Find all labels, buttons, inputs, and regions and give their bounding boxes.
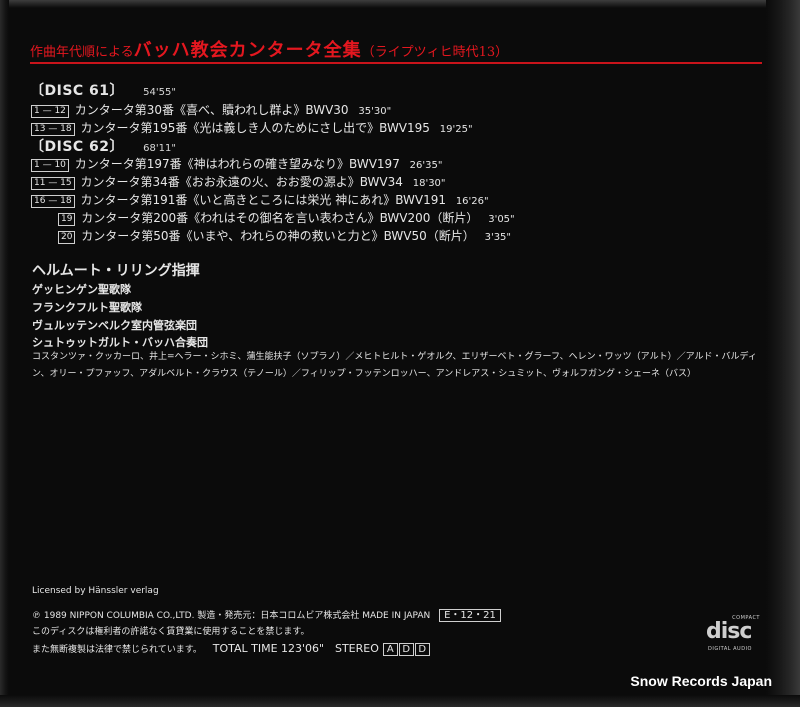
track-time: 18'30" (412, 178, 446, 189)
track-title: カンタータ第191番《いと高きところには栄光 神にあれ》BWV191 (80, 193, 446, 207)
track-row: 20 カンタータ第50番《いまや、われらの神の救いと力と》BWV50（断片） 3… (58, 227, 511, 244)
copyright-line: ℗ 1989 NIPPON COLUMBIA CO.,LTD. 製造・発売元：日… (32, 606, 501, 622)
track-row: 13 — 18 カンタータ第195番《光は義しき人のためにさし出で》BWV195… (31, 119, 473, 136)
track-number: 1 — 12 (31, 105, 69, 118)
track-number: 1 — 10 (31, 159, 69, 172)
track-number: 16 — 18 (31, 195, 75, 208)
ensemble-item: フランクフルト聖歌隊 (32, 301, 142, 314)
disc-62-header: 〔DISC 62〕 68'11" (30, 136, 176, 156)
case-top-edge (0, 0, 800, 8)
case-bottom-edge (0, 695, 800, 707)
copy-notice: また無断複製は法律で禁じられています。 (32, 645, 202, 655)
track-time: 35'30" (358, 106, 392, 117)
disc-label: 〔DISC 62〕 (30, 139, 125, 155)
track-number: 13 — 18 (31, 123, 75, 136)
track-row: 1 — 10 カンタータ第197番《神はわれらの確き望みなり》BWV197 26… (31, 155, 442, 172)
conductor: ヘルムート・リリング指揮 (32, 263, 200, 279)
stereo-label: STEREO (334, 642, 379, 655)
watermark: Snow Records Japan (630, 673, 772, 689)
title-underline (30, 62, 762, 64)
track-time: 16'26" (455, 196, 489, 207)
track-row: 19 カンタータ第200番《われはその御名を言い表わさん》BWV200（断片） … (58, 209, 515, 226)
ensemble-item: シュトゥットガルト・バッハ合奏団 (32, 336, 208, 349)
track-number: 19 (58, 213, 76, 226)
title-suffix: （ライプツィヒ時代13） (361, 45, 509, 60)
ensemble-item: ヴュルッテンベルク室内管弦楽団 (32, 319, 197, 332)
copy-notice-line: また無断複製は法律で禁じられています。 TOTAL TIME 123'06" S… (32, 642, 430, 656)
track-row: 1 — 12 カンタータ第30番《喜べ、贖われし群よ》BWV30 35'30" (31, 101, 391, 118)
track-row: 16 — 18 カンタータ第191番《いと高きところには栄光 神にあれ》BWV1… (31, 191, 489, 208)
track-number: 11 — 15 (31, 177, 75, 190)
add-code-letter: A (382, 643, 398, 656)
track-number: 20 (58, 231, 76, 244)
ensemble-item: ゲッヒンゲン聖歌隊 (32, 283, 131, 296)
soloists-list: コスタンツァ・クッカーロ、井上=ヘラー・シホミ、蒲生能扶子（ソプラノ）／メヒトヒ… (32, 352, 757, 379)
disc-duration: 54'55" (143, 87, 176, 98)
track-time: 19'25" (439, 124, 473, 135)
track-title: カンタータ第195番《光は義しき人のためにさし出で》BWV195 (80, 121, 430, 135)
track-title: カンタータ第197番《神はわれらの確き望みなり》BWV197 (74, 157, 400, 171)
track-time: 26'35" (409, 160, 443, 171)
track-title: カンタータ第200番《われはその御名を言い表わさん》BWV200（断片） (81, 211, 479, 225)
cd-back-cover: 作曲年代順によるバッハ教会カンタータ全集（ライプツィヒ時代13） 〔DISC 6… (0, 0, 800, 707)
license-text: Licensed by Hänssler verlag (32, 586, 159, 596)
add-code-letter: D (398, 643, 414, 656)
track-time: 3'35" (484, 232, 512, 243)
add-code-letter: D (414, 643, 430, 656)
page-title: 作曲年代順によるバッハ教会カンタータ全集（ライプツィヒ時代13） (30, 36, 508, 62)
logo-disc-text: disc (706, 619, 752, 644)
title-band: 作曲年代順によるバッハ教会カンタータ全集（ライプツィヒ時代13） (30, 32, 762, 62)
catalog-number: E・12・21 (439, 609, 501, 622)
rental-notice: このディスクは権利者の許諾なく賃貸業に使用することを禁じます。 (32, 627, 310, 637)
disc-61-header: 〔DISC 61〕 54'55" (30, 80, 176, 100)
track-row: 11 — 15 カンタータ第34番《おお永遠の火、おお愛の源よ》BWV34 18… (31, 173, 446, 190)
track-title: カンタータ第50番《いまや、われらの神の救いと力と》BWV50（断片） (81, 229, 475, 243)
case-left-spine (0, 0, 9, 707)
case-right-spine (766, 0, 800, 707)
track-title: カンタータ第30番《喜べ、贖われし群よ》BWV30 (74, 103, 349, 117)
total-time: TOTAL TIME 123'06" (212, 642, 325, 655)
copyright-text: ℗ 1989 NIPPON COLUMBIA CO.,LTD. 製造・発売元：日… (32, 611, 431, 621)
disc-duration: 68'11" (143, 143, 176, 154)
title-main: バッハ教会カンタータ全集 (133, 40, 362, 61)
logo-digital-audio-text: DIGITAL AUDIO (708, 646, 752, 652)
track-title: カンタータ第34番《おお永遠の火、おお愛の源よ》BWV34 (80, 175, 403, 189)
track-time: 3'05" (488, 214, 515, 225)
disc-label: 〔DISC 61〕 (30, 83, 125, 99)
compact-disc-logo: COMPACT disc DIGITAL AUDIO (704, 615, 764, 655)
title-prefix: 作曲年代順による (30, 45, 134, 60)
